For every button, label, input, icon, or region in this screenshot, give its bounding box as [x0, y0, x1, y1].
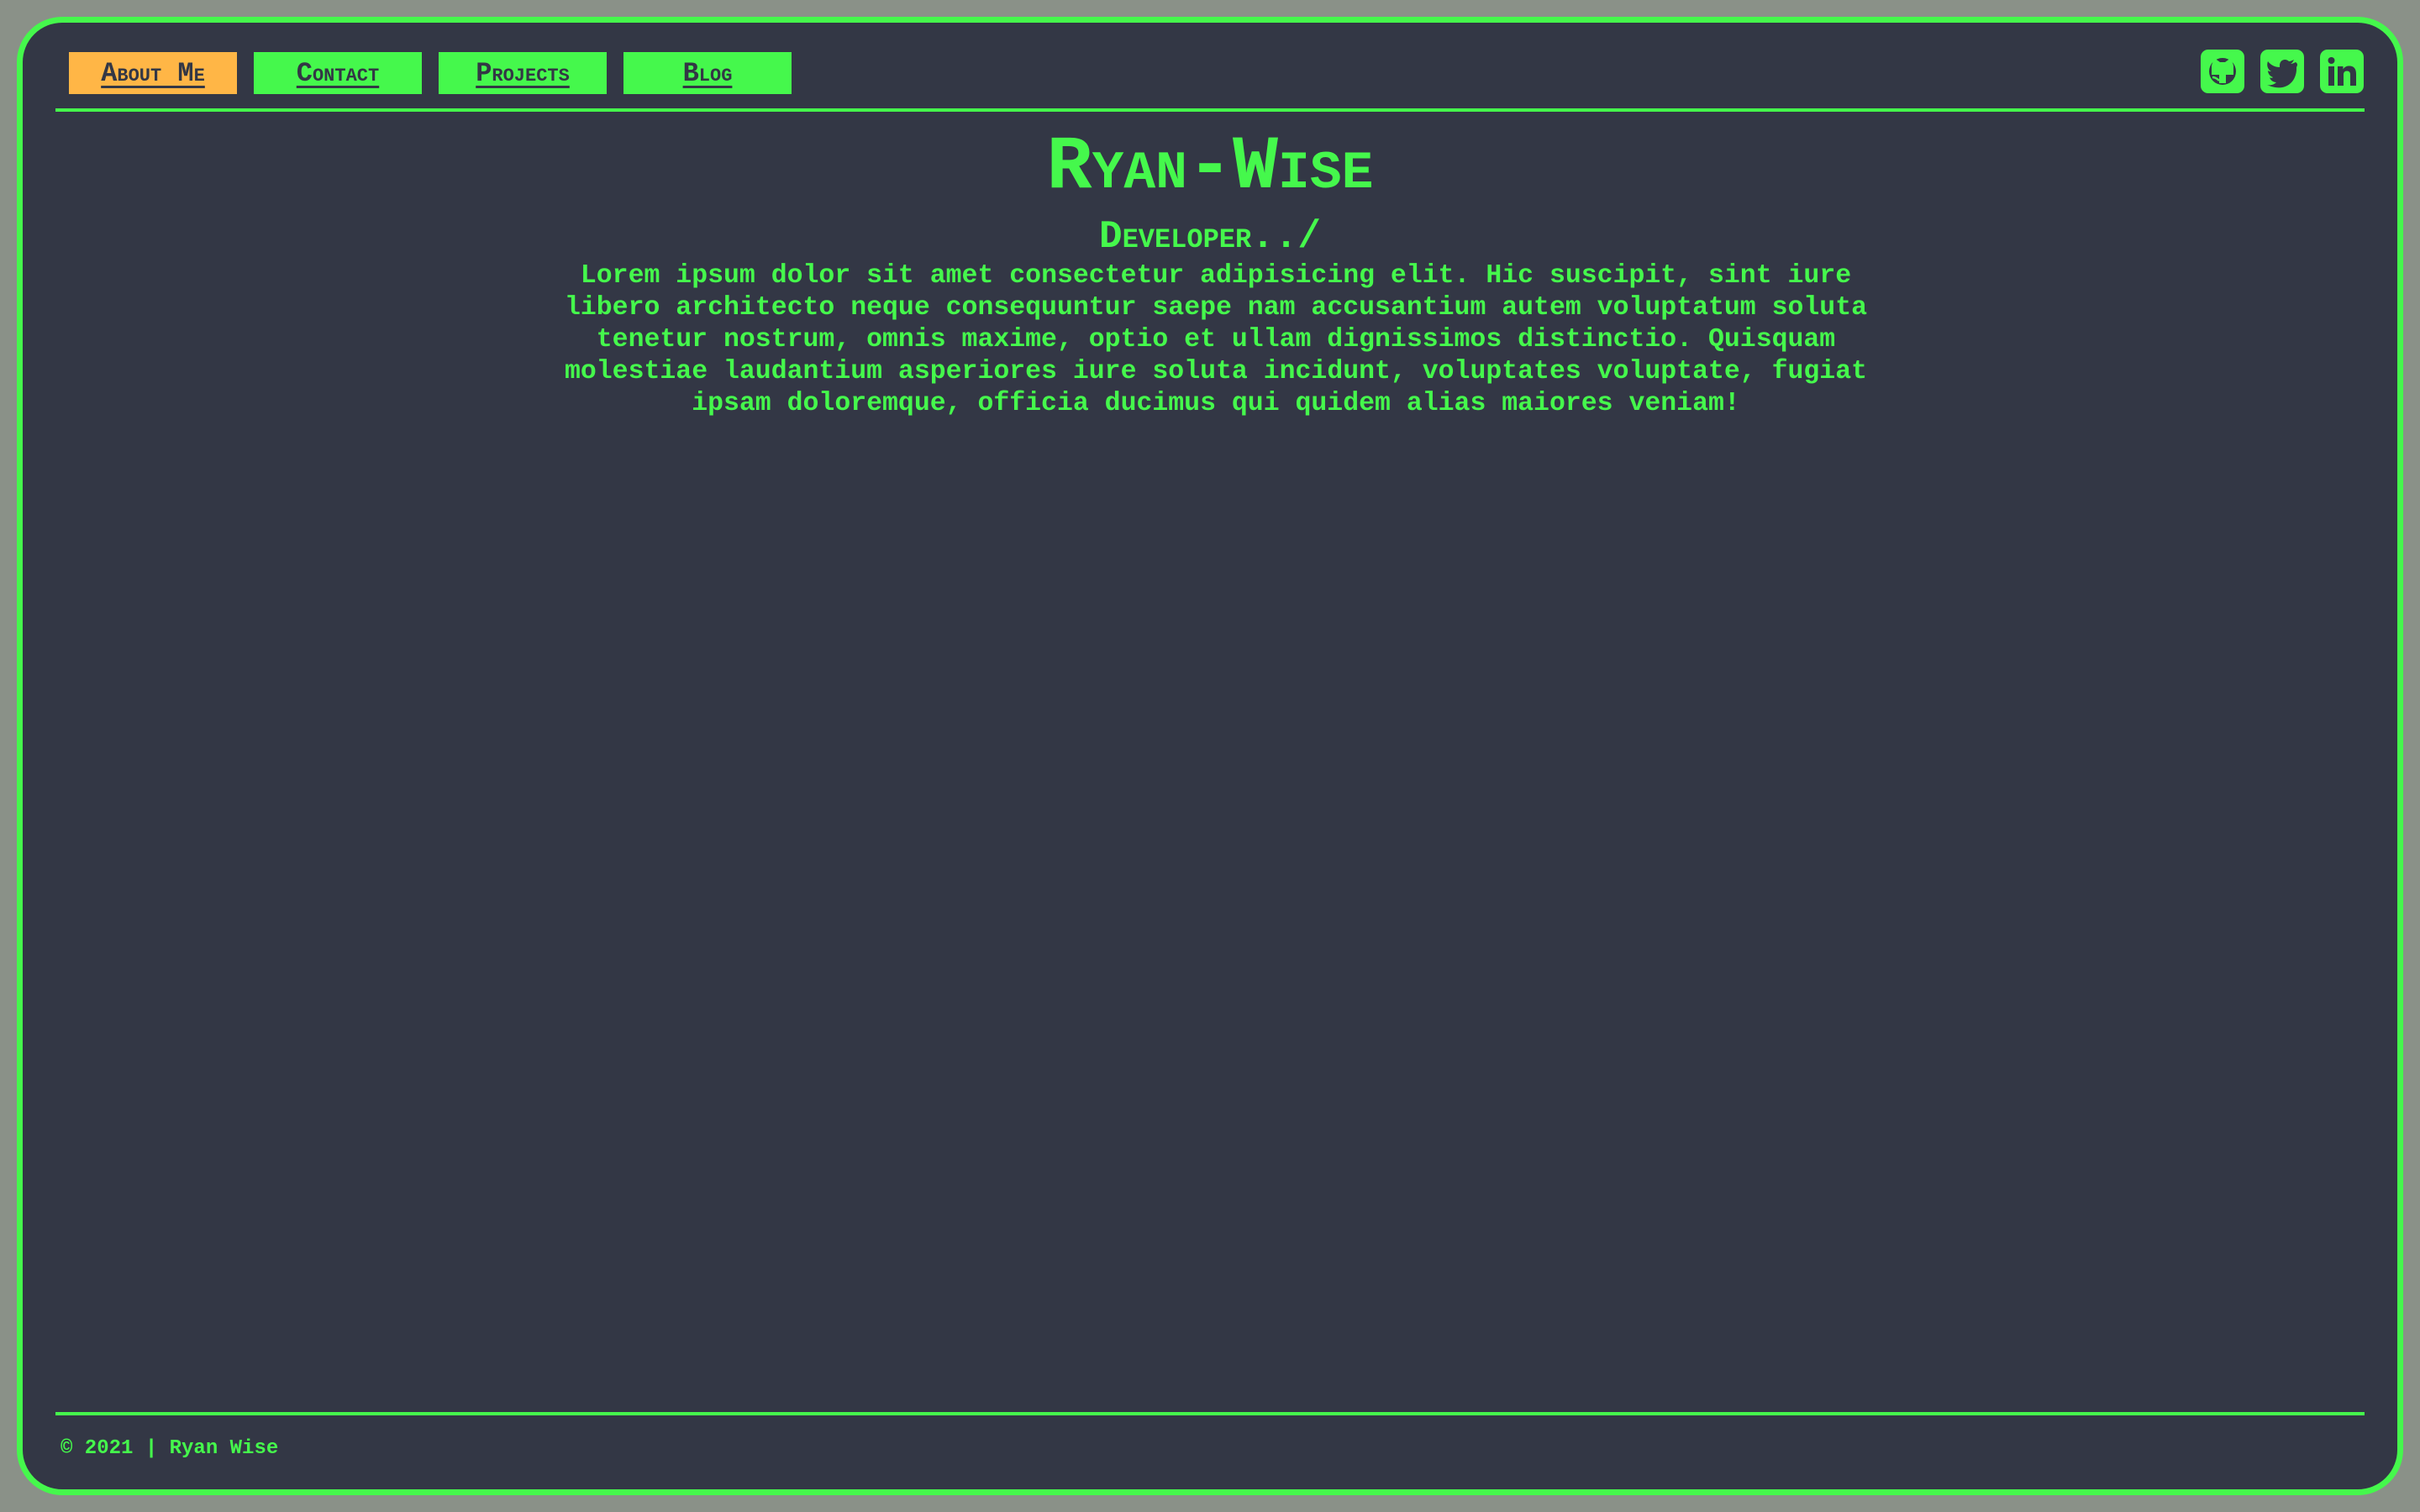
nav-about-me-button[interactable]: About Me — [69, 52, 237, 94]
footer-copyright: © 2021 | Ryan Wise — [60, 1437, 279, 1460]
page-title: Ryan-Wise — [1046, 125, 1374, 211]
intro-paragraph: Lorem ipsum dolor sit amet consectetur a… — [564, 261, 1868, 418]
social-links — [2201, 50, 2364, 93]
twitter-icon[interactable] — [2260, 50, 2304, 93]
header-divider — [55, 108, 2365, 112]
footer-divider — [55, 1412, 2365, 1415]
page-subtitle: Developer../ — [1098, 215, 1322, 259]
page-frame: About Me Contact Projects Blog Ryan-Wise… — [17, 17, 2403, 1495]
main-nav: About Me Contact Projects Blog — [69, 52, 792, 94]
github-icon[interactable] — [2201, 50, 2244, 93]
nav-projects-button[interactable]: Projects — [439, 52, 607, 94]
nav-blog-button[interactable]: Blog — [623, 52, 792, 94]
linkedin-icon[interactable] — [2320, 50, 2364, 93]
nav-contact-button[interactable]: Contact — [254, 52, 422, 94]
